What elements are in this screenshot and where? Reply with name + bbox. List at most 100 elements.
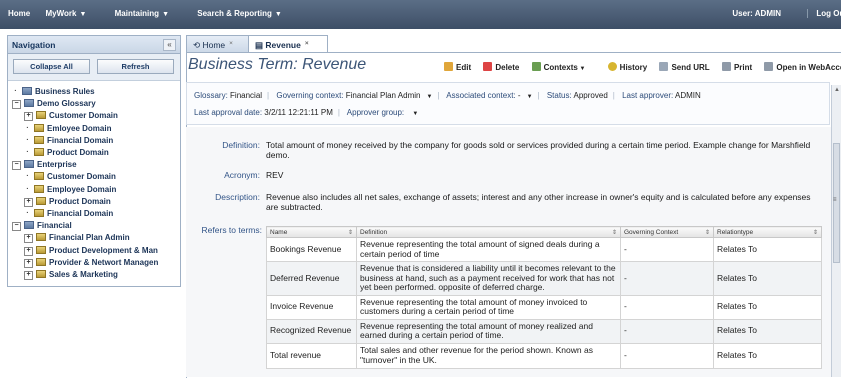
tree-item[interactable]: · Emloyee Domain [24, 123, 111, 135]
send-url-button[interactable]: Send URL [659, 62, 710, 72]
tree-item[interactable]: · Financial Domain [24, 135, 113, 147]
tree-item-label: Sales & Marketing [49, 270, 118, 279]
main-menu: Home MyWork ▼ Maintaining ▼ Search & Repor… [8, 9, 308, 18]
expand-icon[interactable]: + [24, 246, 33, 256]
column-header-relationtype[interactable]: Relationtype ⇕ [713, 226, 822, 238]
table-row[interactable]: Deferred Revenue Revenue that is consider… [266, 261, 822, 296]
glossary-icon [24, 160, 34, 169]
print-button[interactable]: Print [721, 62, 752, 72]
edit-button[interactable]: Edit [444, 62, 471, 72]
tree-line-icon: · [26, 136, 29, 144]
domain-icon [36, 111, 46, 120]
collapse-icon[interactable]: − [12, 100, 21, 110]
tree-item[interactable]: + Sales & Marketing [24, 270, 118, 281]
refresh-button[interactable]: Refresh [97, 59, 174, 74]
chevron-down-icon: ▼ [162, 11, 169, 18]
tree-item[interactable]: + Product Development & Man [24, 245, 158, 257]
collapse-icon[interactable]: − [12, 161, 21, 171]
expand-icon[interactable]: + [24, 271, 33, 280]
collapse-all-button[interactable]: Collapse All [13, 59, 90, 74]
tree-item[interactable]: − Enterprise [12, 160, 77, 171]
table-row[interactable]: Total revenue Total sales and other reven… [266, 342, 822, 369]
expand-icon[interactable]: + [24, 197, 33, 207]
tree-item-label: Financial Domain [47, 209, 114, 218]
history-button[interactable]: History [607, 62, 647, 72]
tree-item[interactable]: · Financial Domain [24, 209, 113, 220]
tree-item[interactable]: · Customer Domain [24, 172, 116, 183]
scroll-thumb[interactable] [833, 143, 840, 263]
expand-icon[interactable]: + [24, 234, 33, 244]
webaccess-icon [764, 62, 774, 71]
tree-line-icon: · [26, 149, 29, 156]
tree-item-label: Demo Glossary [37, 99, 96, 109]
tree-item-label: Business Rules [35, 87, 95, 96]
term-name-cell[interactable]: Bookings Revenue [266, 237, 357, 262]
menu-home[interactable]: Home [8, 9, 30, 18]
term-name-cell[interactable]: Invoice Revenue [266, 294, 357, 320]
last-approver-value: ADMIN [675, 91, 701, 100]
governing-context-label: Governing context: [276, 91, 344, 100]
edit-icon [444, 62, 453, 71]
delete-button[interactable]: Delete [483, 62, 519, 72]
table-row[interactable]: Recognized Revenue Revenue representing t… [266, 318, 822, 344]
menu-mywork[interactable]: MyWork ▼ [45, 9, 99, 18]
tree-item[interactable]: + Provider & Networt Managen [24, 257, 159, 269]
term-name-cell[interactable]: Total revenue [266, 342, 357, 369]
menu-maintaining[interactable]: Maintaining ▼ [115, 9, 182, 18]
governing-context-cell: - [620, 342, 714, 369]
tree-item-label: Financial Plan Admin [49, 233, 130, 243]
domain-icon [36, 257, 46, 266]
glossary-icon [22, 87, 32, 95]
tree-item[interactable]: + Financial Plan Admin [24, 233, 130, 244]
close-icon[interactable]: × [305, 40, 309, 47]
column-header-name[interactable]: Name ⇕ [266, 226, 357, 238]
contexts-button[interactable]: Contexts ▼ [531, 62, 596, 72]
close-icon[interactable]: × [229, 40, 233, 47]
tree-item[interactable]: · Employee Domain [24, 184, 117, 196]
tree-item[interactable]: + Customer Domain [24, 111, 118, 122]
approver-group-dropdown-icon[interactable]: ▼ [412, 111, 418, 117]
tree-item[interactable]: · Product Domain [24, 148, 109, 159]
domain-icon [34, 148, 44, 156]
current-user: User: ADMIN [732, 9, 781, 18]
chevron-down-icon: ▼ [526, 94, 533, 100]
column-header-definition[interactable]: Definition ⇕ [356, 226, 621, 238]
governing-context-select[interactable]: Financial Plan Admin ▼ [346, 91, 433, 100]
expand-icon[interactable]: + [24, 258, 33, 268]
term-name-cell[interactable]: Deferred Revenue [266, 261, 357, 296]
domain-icon [34, 123, 44, 132]
menu-search-reporting[interactable]: Search & Reporting ▼ [197, 9, 295, 18]
action-toolbar: Edit Delete Contexts ▼ History Send URL … [444, 62, 841, 72]
tree-item[interactable]: − Demo Glossary [12, 99, 96, 110]
approval-date-label: Last approval date: [194, 108, 263, 117]
collapse-icon[interactable]: − [12, 222, 21, 232]
navigation-buttons: Collapse All Refresh [8, 54, 180, 81]
collapse-panel-icon[interactable]: « [163, 39, 176, 51]
term-name-cell[interactable]: Recognized Revenue [266, 318, 357, 344]
domain-icon [34, 172, 44, 181]
tree-item-label: Provider & Networt Managen [49, 257, 159, 267]
logout-link[interactable]: Log Out [807, 9, 841, 18]
tree-line-icon: · [26, 185, 29, 193]
tree-item[interactable]: · Business Rules [12, 87, 95, 98]
domain-icon [34, 209, 44, 217]
table-row[interactable]: Bookings Revenue Revenue representing the… [266, 237, 822, 262]
table-row[interactable]: Invoice Revenue Revenue representing the … [266, 294, 822, 320]
tree-line-icon: · [26, 124, 29, 132]
tree-item[interactable]: − Financial [12, 221, 72, 232]
status-label: Status: [546, 91, 572, 100]
relation-type-cell: Relates To [713, 237, 822, 262]
tree-item[interactable]: + Product Domain [24, 196, 111, 208]
acronym-value: REV [266, 170, 284, 180]
tab-home[interactable]: ⟲ Home × [186, 35, 250, 52]
glossary-label: Glossary: [194, 91, 228, 100]
relation-type-cell: Relates To [713, 294, 822, 320]
tab-revenue[interactable]: ▤ Revenue × [248, 35, 328, 53]
associated-context-select[interactable]: - ▼ [518, 91, 533, 100]
scroll-up-icon[interactable]: ▲ [834, 87, 840, 93]
expand-icon[interactable]: + [24, 112, 33, 122]
column-header-governing-context[interactable]: Governing Context ⇕ [620, 226, 714, 238]
open-webaccess-button[interactable]: Open in WebAccess [764, 62, 841, 72]
vertical-scrollbar[interactable]: ▲ ≡ [831, 85, 841, 377]
tree-item-label: Employee Domain [47, 184, 117, 194]
